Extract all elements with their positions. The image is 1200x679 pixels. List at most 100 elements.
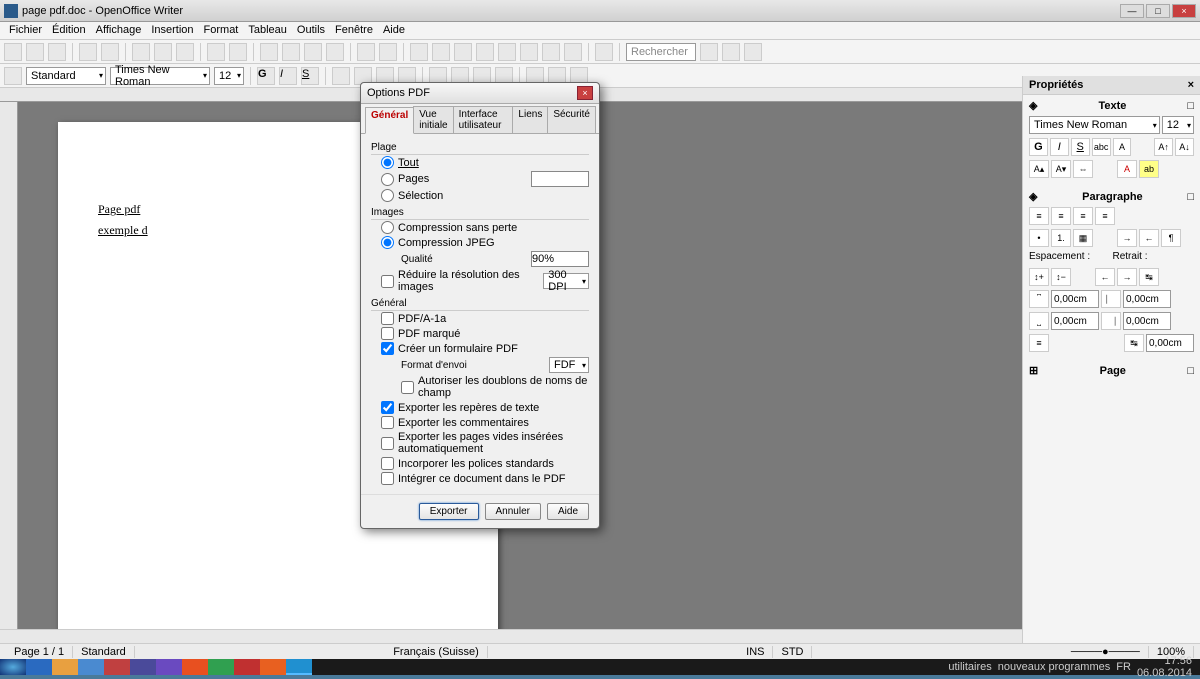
dialog-close-icon[interactable]: × xyxy=(577,86,593,100)
bold-icon[interactable]: G xyxy=(1029,138,1048,156)
mail-icon[interactable] xyxy=(79,43,97,61)
paragraph-section-header[interactable]: Paragraphe xyxy=(1082,191,1143,203)
expand-icon[interactable]: □ xyxy=(1187,100,1194,112)
sub-icon[interactable]: A↓ xyxy=(1175,138,1194,156)
menu-aide[interactable]: Aide xyxy=(380,24,408,37)
first-indent-field[interactable] xyxy=(1146,334,1194,352)
sidebar-font-combo[interactable]: Times New Roman xyxy=(1029,116,1160,134)
brush-icon[interactable] xyxy=(326,43,344,61)
help-icon[interactable] xyxy=(595,43,613,61)
align-left-icon[interactable]: ≡ xyxy=(1029,207,1049,225)
line-spacing-icon[interactable]: ≡ xyxy=(1029,334,1049,352)
space-above-icon[interactable]: ⎴ xyxy=(1029,290,1049,308)
lossless-radio[interactable] xyxy=(381,221,394,234)
language-indicator[interactable]: Français (Suisse) xyxy=(385,646,488,658)
blank-pages-checkbox[interactable] xyxy=(381,437,394,450)
page-section-header[interactable]: Page xyxy=(1100,365,1126,377)
edit-icon[interactable] xyxy=(101,43,119,61)
page-counter[interactable]: Page 1 / 1 xyxy=(6,646,73,658)
cancel-button[interactable]: Annuler xyxy=(485,503,541,520)
help-button[interactable]: Aide xyxy=(547,503,589,520)
vertical-ruler[interactable] xyxy=(0,102,18,643)
submit-format-combo[interactable]: FDF xyxy=(549,357,589,373)
export-button[interactable]: Exporter xyxy=(419,503,479,520)
minimize-button[interactable]: — xyxy=(1120,4,1144,18)
reduce-res-checkbox[interactable] xyxy=(381,275,394,288)
bookmarks-checkbox[interactable] xyxy=(381,401,394,414)
jpeg-radio[interactable] xyxy=(381,236,394,249)
navigator-icon[interactable] xyxy=(476,43,494,61)
zoom-icon[interactable] xyxy=(564,43,582,61)
expand-icon[interactable]: □ xyxy=(1187,365,1194,377)
shadow-icon[interactable]: A xyxy=(1113,138,1132,156)
dup-names-checkbox[interactable] xyxy=(401,381,414,394)
open-icon[interactable] xyxy=(26,43,44,61)
menu-affichage[interactable]: Affichage xyxy=(93,24,145,37)
preview-icon[interactable] xyxy=(176,43,194,61)
underline-icon[interactable]: S xyxy=(301,67,319,85)
insert-mode[interactable]: INS xyxy=(738,646,773,658)
inc-indent2-icon[interactable]: ← xyxy=(1095,268,1115,286)
inc-space-icon[interactable]: ↕+ xyxy=(1029,268,1049,286)
hyperlink-icon[interactable] xyxy=(410,43,428,61)
tab-links[interactable]: Liens xyxy=(512,106,548,133)
tab-initial-view[interactable]: Vue initiale xyxy=(413,106,453,133)
size-combo[interactable]: 12 xyxy=(214,67,244,85)
taskbar-app5-icon[interactable] xyxy=(182,659,208,675)
menu-fichier[interactable]: Fichier xyxy=(6,24,45,37)
clock-time[interactable]: 17:56 xyxy=(1137,655,1192,667)
shrink-icon[interactable]: A▾ xyxy=(1051,160,1071,178)
style-indicator[interactable]: Standard xyxy=(73,646,135,658)
numbers-icon[interactable]: 1. xyxy=(1051,229,1071,247)
space-below-icon[interactable]: ⎵ xyxy=(1029,312,1049,330)
tray-utilitaires[interactable]: utilitaires xyxy=(948,661,991,673)
search-opt-icon[interactable] xyxy=(744,43,762,61)
draw-icon[interactable] xyxy=(454,43,472,61)
redo-icon[interactable] xyxy=(379,43,397,61)
taskbar-app7-icon[interactable] xyxy=(260,659,286,675)
clock-date[interactable]: 06.08.2014 xyxy=(1137,667,1192,679)
inc-indent-icon[interactable]: → xyxy=(1117,229,1137,247)
space-below-field[interactable] xyxy=(1051,312,1099,330)
taskbar-chrome-icon[interactable] xyxy=(208,659,234,675)
autocheck-icon[interactable] xyxy=(229,43,247,61)
menu-tableau[interactable]: Tableau xyxy=(245,24,290,37)
menu-edition[interactable]: Édition xyxy=(49,24,89,37)
taskbar-app3-icon[interactable] xyxy=(130,659,156,675)
taskbar-app6-icon[interactable] xyxy=(234,659,260,675)
tagged-checkbox[interactable] xyxy=(381,327,394,340)
indent-left-icon[interactable]: ⎸ xyxy=(1101,290,1121,308)
bullets-icon[interactable]: • xyxy=(1029,229,1049,247)
style-combo[interactable]: Standard xyxy=(26,67,106,85)
font-color-icon[interactable]: A xyxy=(1117,160,1137,178)
copy-icon[interactable] xyxy=(282,43,300,61)
expand-icon[interactable]: □ xyxy=(1187,191,1194,203)
embed-fonts-checkbox[interactable] xyxy=(381,457,394,470)
align-justify-icon[interactable]: ≡ xyxy=(1095,207,1115,225)
bold-icon[interactable]: G xyxy=(257,67,275,85)
align-right-icon[interactable]: ≡ xyxy=(1073,207,1093,225)
strike-icon[interactable]: abc xyxy=(1092,138,1111,156)
menu-outils[interactable]: Outils xyxy=(294,24,328,37)
horizontal-scrollbar[interactable] xyxy=(0,629,1022,643)
dec-indent-icon[interactable]: ← xyxy=(1139,229,1159,247)
indent-right-field[interactable] xyxy=(1123,312,1171,330)
space-above-field[interactable] xyxy=(1051,290,1099,308)
taskbar-explorer-icon[interactable] xyxy=(52,659,78,675)
highlight-color-icon[interactable]: ab xyxy=(1139,160,1159,178)
menu-format[interactable]: Format xyxy=(201,24,242,37)
gallery-icon[interactable] xyxy=(498,43,516,61)
first-line-icon[interactable]: ↹ xyxy=(1139,268,1159,286)
taskbar-openoffice-icon[interactable] xyxy=(286,659,312,675)
tray-nouveaux[interactable]: nouveaux programmes xyxy=(998,661,1111,673)
underline-icon[interactable]: S xyxy=(1071,138,1090,156)
pdfa-checkbox[interactable] xyxy=(381,312,394,325)
form-checkbox[interactable] xyxy=(381,342,394,355)
selection-mode[interactable]: STD xyxy=(773,646,812,658)
quality-field[interactable] xyxy=(531,251,589,267)
italic-icon[interactable]: I xyxy=(1050,138,1069,156)
maximize-button[interactable]: □ xyxy=(1146,4,1170,18)
tray-lang[interactable]: FR xyxy=(1116,661,1131,673)
search-down-icon[interactable] xyxy=(700,43,718,61)
table-icon[interactable] xyxy=(432,43,450,61)
